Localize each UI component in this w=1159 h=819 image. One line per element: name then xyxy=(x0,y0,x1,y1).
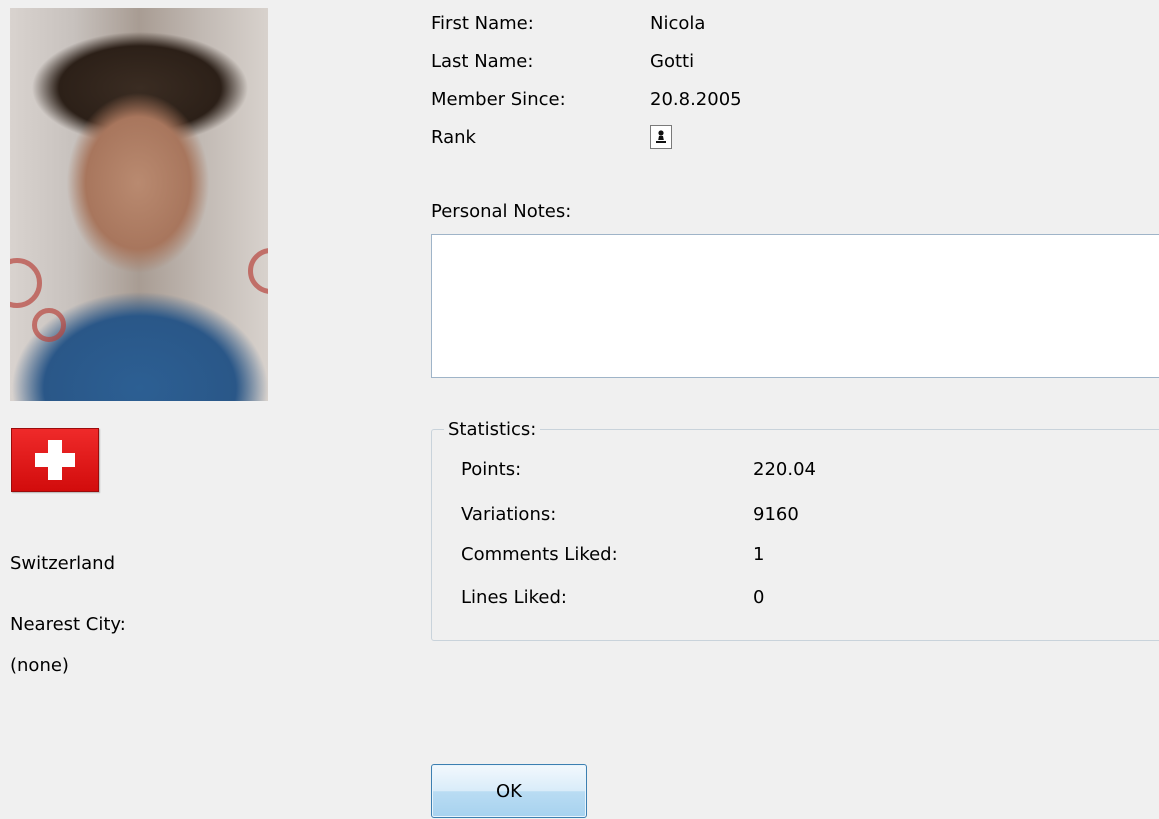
chess-pawn-icon xyxy=(650,125,672,149)
statistics-title: Statistics: xyxy=(444,418,541,442)
rank-label: Rank xyxy=(431,127,476,148)
nearest-city-value: (none) xyxy=(10,655,69,676)
nearest-city-label: Nearest City: xyxy=(10,614,126,635)
first-name-label: First Name: xyxy=(431,13,534,34)
last-name-label: Last Name: xyxy=(431,51,534,72)
last-name-value: Gotti xyxy=(650,51,695,72)
stat-label-points: Points: xyxy=(461,459,522,480)
country-flag-icon xyxy=(11,428,99,492)
stat-label-variations: Variations: xyxy=(461,504,557,525)
stat-value-variations: 9160 xyxy=(753,504,799,525)
ok-button[interactable]: OK xyxy=(431,764,587,818)
personal-notes-textarea[interactable] xyxy=(431,234,1159,378)
stat-value-lines-liked: 0 xyxy=(753,587,765,608)
member-since-label: Member Since: xyxy=(431,89,566,110)
stat-label-lines-liked: Lines Liked: xyxy=(461,587,567,608)
stat-value-comments-liked: 1 xyxy=(753,544,765,565)
stat-value-points: 220.04 xyxy=(753,459,816,480)
stat-label-comments-liked: Comments Liked: xyxy=(461,544,618,565)
member-since-value: 20.8.2005 xyxy=(650,89,742,110)
first-name-value: Nicola xyxy=(650,13,706,34)
profile-photo xyxy=(10,8,268,401)
country-name: Switzerland xyxy=(10,553,115,574)
personal-notes-label: Personal Notes: xyxy=(431,201,572,222)
